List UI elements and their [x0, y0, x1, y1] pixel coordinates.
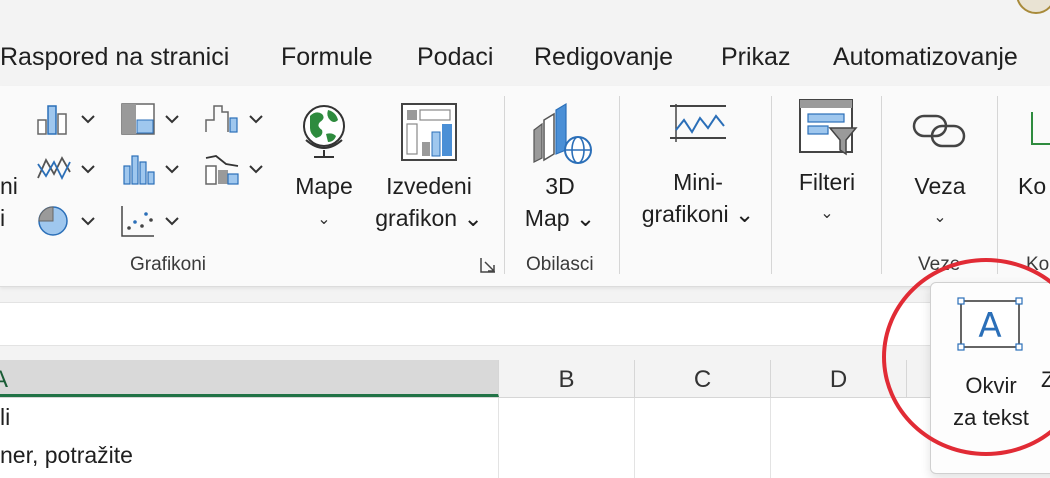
maps-button[interactable]: Mape ⌄	[292, 100, 356, 250]
group-label-comments: Ko	[1026, 254, 1050, 275]
line-chart-button[interactable]	[36, 152, 106, 191]
3d-map-button[interactable]: 3D Map ⌄	[516, 100, 604, 250]
tab-automate[interactable]: Automatizovanje	[833, 42, 1018, 72]
pivot-chart-icon	[401, 103, 457, 161]
pie-chart-icon	[38, 206, 95, 236]
title-strip	[0, 0, 1050, 30]
sparklines-button[interactable]: Mini- grafikoni ⌄	[634, 100, 762, 250]
gridline	[770, 398, 771, 478]
header-footer-label-cut[interactable]: Z	[1041, 365, 1050, 395]
filters-button[interactable]: Filteri ⌄	[786, 98, 868, 248]
separator	[504, 96, 505, 274]
column-a-label: A	[0, 366, 9, 393]
filter-icon	[799, 99, 858, 156]
charts-dialog-launcher[interactable]	[479, 256, 497, 279]
column-chart-button[interactable]	[36, 102, 106, 141]
scatter-chart-button[interactable]	[120, 204, 190, 243]
column-header-b[interactable]: B	[499, 360, 635, 397]
waterfall-chart-icon	[205, 105, 263, 133]
3d-map-label-line2: Map ⌄	[524, 205, 596, 231]
sparklines-label-line1: Mini-	[673, 169, 723, 195]
tab-view[interactable]: Prikaz	[721, 42, 790, 72]
text-dropdown-panel: A Okvir za tekst Z	[930, 282, 1050, 474]
separator	[881, 96, 882, 274]
avatar[interactable]	[1016, 0, 1050, 14]
ribbon-tabs: Raspored na stranici Formule Podaci Redi…	[0, 30, 1050, 86]
filters-caret: ⌄	[820, 205, 834, 222]
link-caret: ⌄	[933, 209, 947, 226]
cell-a2[interactable]: ner, potražite	[0, 442, 133, 469]
filters-label: Filteri	[798, 169, 856, 195]
column-chart-icon	[37, 105, 95, 135]
cut-label-charts: i	[0, 205, 6, 231]
text-box-icon: A	[957, 297, 1023, 351]
tab-data[interactable]: Podaci	[417, 42, 493, 72]
column-header-a[interactable]: A	[0, 360, 499, 397]
waterfall-chart-button[interactable]	[204, 102, 274, 141]
column-header-d[interactable]: D	[771, 360, 907, 397]
separator	[619, 96, 620, 274]
formula-bar[interactable]	[0, 302, 1050, 346]
line-chart-icon	[37, 156, 95, 181]
group-label-tours: Obilasci	[526, 254, 594, 275]
comment-icon	[1031, 112, 1050, 145]
statistic-chart-icon	[123, 155, 179, 185]
tab-page-layout[interactable]: Raspored na stranici	[0, 42, 229, 72]
cut-label-recommended: ni	[0, 173, 18, 199]
text-box-label-line1: Okvir	[965, 373, 1017, 398]
separator	[771, 96, 772, 274]
hierarchy-chart-icon	[121, 103, 179, 135]
3d-map-label-line1: 3D	[545, 173, 575, 199]
cell-a1[interactable]: li	[0, 404, 10, 431]
column-header-c[interactable]: C	[635, 360, 771, 397]
link-button[interactable]: Veza ⌄	[900, 100, 980, 250]
link-icon	[912, 114, 966, 148]
maps-caret: ⌄	[317, 211, 331, 228]
pivot-chart-label-line2: grafikon ⌄	[375, 205, 483, 231]
hierarchy-chart-button[interactable]	[120, 102, 190, 141]
3d-map-icon	[533, 102, 592, 164]
ribbon: ni i Mape ⌄ Izvedeni grafikon ⌄ Grafikon…	[0, 86, 1050, 287]
dialog-launcher-icon	[480, 258, 495, 273]
text-box-glyph: A	[978, 306, 1001, 346]
tab-formulas[interactable]: Formule	[281, 42, 373, 72]
gridline	[634, 398, 635, 478]
tab-review[interactable]: Redigovanje	[534, 42, 673, 72]
column-headers: A B C D	[0, 360, 1050, 398]
worksheet-grid[interactable]: li ner, potražite	[0, 398, 1050, 478]
pie-chart-button[interactable]	[36, 204, 106, 243]
sparkline-icon	[670, 104, 726, 142]
maps-label: Mape	[295, 173, 353, 199]
combo-chart-button[interactable]	[204, 152, 274, 191]
combo-chart-icon	[205, 155, 263, 185]
statistic-chart-button[interactable]	[120, 152, 190, 191]
link-label: Veza	[914, 173, 966, 199]
pivot-chart-label-line1: Izvedeni	[386, 173, 472, 199]
text-box-label-line2: za tekst	[953, 405, 1029, 430]
globe-icon	[303, 105, 345, 158]
sparklines-label-line2: grafikoni ⌄	[641, 201, 755, 227]
gridline	[498, 398, 499, 478]
text-box-button[interactable]: A Okvir za tekst	[941, 293, 1041, 435]
comment-button[interactable]: Ko	[1012, 100, 1050, 250]
comment-label: Ko	[1018, 173, 1047, 199]
separator	[997, 96, 998, 274]
pivot-chart-button[interactable]: Izvedeni grafikon ⌄	[372, 100, 486, 250]
group-label-charts: Grafikoni	[130, 254, 207, 275]
group-label-links: Veze	[918, 254, 961, 275]
scatter-chart-icon	[121, 206, 179, 237]
